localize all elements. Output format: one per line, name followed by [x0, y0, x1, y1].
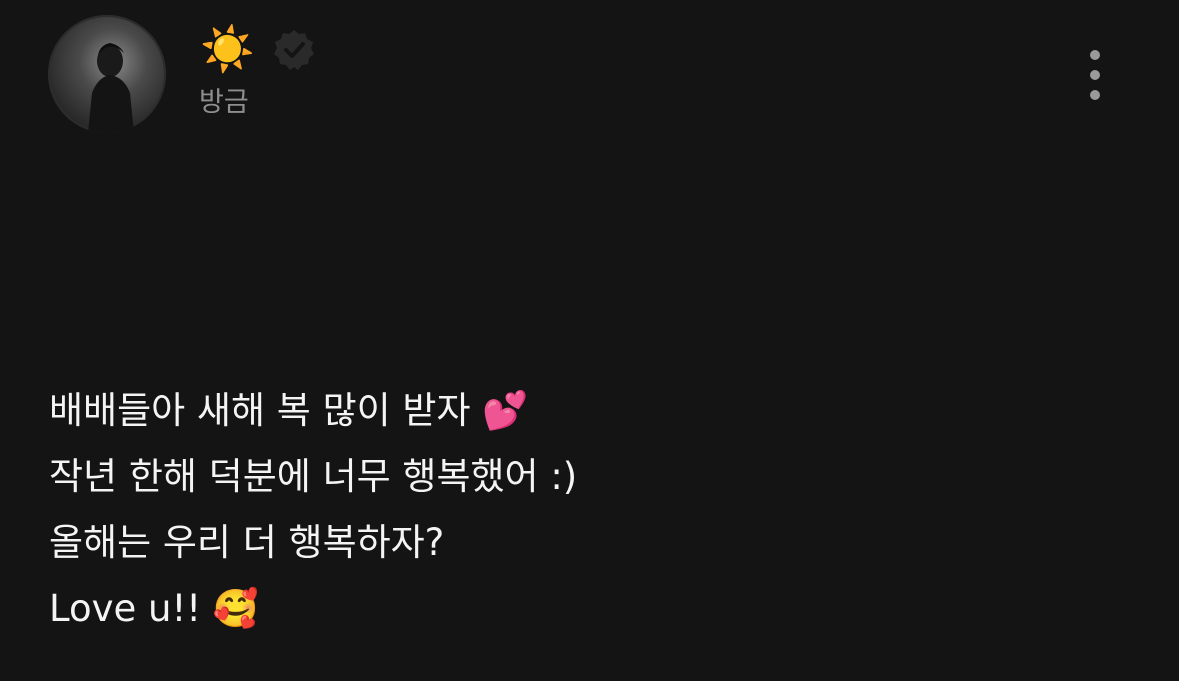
avatar-photo [88, 43, 134, 133]
more-options-button[interactable] [1075, 46, 1115, 104]
more-vertical-icon [1090, 90, 1100, 100]
post-line: Love u!! 🥰 [49, 587, 259, 630]
avatar[interactable] [48, 15, 166, 133]
username[interactable]: ☀️ [200, 24, 255, 76]
more-vertical-icon [1090, 50, 1100, 60]
verified-check-icon [272, 28, 316, 72]
post-text: 배배들아 새해 복 많이 받자 💕 작년 한해 덕분에 너무 행복했어 :) 올… [49, 378, 577, 642]
post-line: 작년 한해 덕분에 너무 행복했어 :) [49, 455, 578, 498]
timestamp: 방금 [199, 87, 249, 118]
more-vertical-icon [1090, 70, 1100, 80]
post-line: 배배들아 새해 복 많이 받자 💕 [49, 389, 529, 432]
post-line: 올해는 우리 더 행복하자? [49, 521, 445, 564]
